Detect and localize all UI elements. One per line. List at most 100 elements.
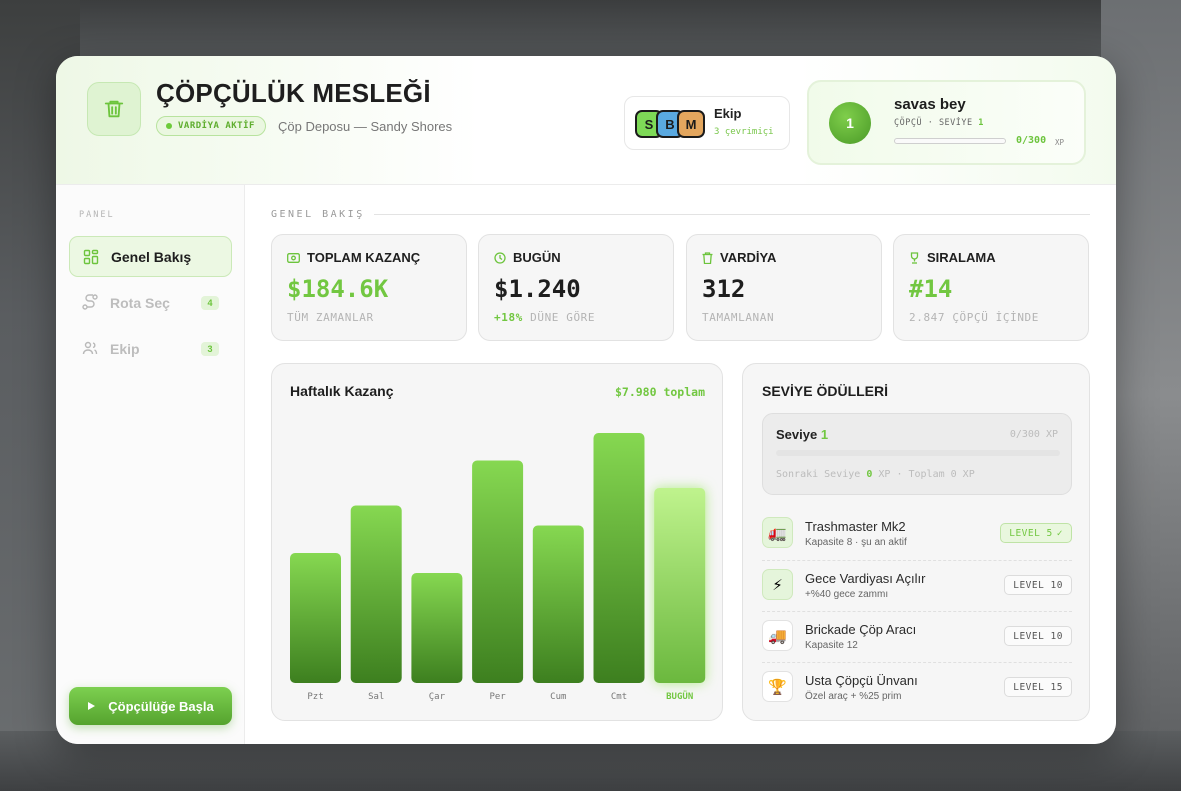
chart-x-label: Cmt	[611, 692, 627, 702]
team-label: Ekip	[714, 106, 742, 121]
team-count-badge: 3	[201, 341, 219, 356]
dump-truck-icon: 🚚	[762, 620, 793, 651]
check-icon: ✓	[1056, 527, 1063, 539]
sidebar-item-overview[interactable]: Genel Bakış	[69, 236, 232, 277]
reward-level-badge: LEVEL 5 ✓	[1000, 523, 1072, 543]
stat-subtext: 2.847 ÇÖPÇÜ İÇİNDE	[909, 311, 1040, 324]
xp-unit: XP	[1055, 138, 1065, 147]
sidebar-item-label: Genel Bakış	[111, 248, 192, 265]
sidebar-label: PANEL	[79, 210, 115, 220]
shift-status-label: VARDİYA AKTİF	[178, 121, 255, 131]
route-count-badge: 4	[201, 295, 219, 310]
sidebar-item-team[interactable]: Ekip 3	[69, 328, 232, 369]
clock-icon	[494, 251, 506, 264]
trash-icon	[702, 251, 713, 264]
reward-item: ⚡ Gece Vardiyası Açılır +%40 gece zammı …	[762, 560, 1072, 611]
chart-bar-Pzt	[290, 553, 341, 683]
play-icon	[88, 702, 96, 710]
users-icon	[82, 341, 98, 355]
bolt-icon: ⚡	[762, 569, 793, 600]
sidebar-item-label: Ekip	[110, 340, 140, 357]
stat-subtext: +18% DÜNE GÖRE	[494, 311, 596, 324]
stat-label: SIRALAMA	[927, 250, 996, 265]
profile-name: savas bey	[894, 96, 966, 113]
sidebar: PANEL Genel Bakış Rota Seç 4 Ekip 3 Çöpç…	[56, 185, 245, 744]
route-icon	[82, 294, 98, 310]
stat-total-earnings: TOPLAM KAZANÇ $184.6K TÜM ZAMANLAR	[271, 234, 467, 341]
shift-status-badge: VARDİYA AKTİF	[156, 116, 266, 136]
reward-item: 🚛 Trashmaster Mk2 Kapasite 8 · şu an akt…	[762, 509, 1072, 560]
page-title: ÇÖPÇÜLÜK MESLEĞİ	[156, 78, 431, 108]
xp-progress-bar	[894, 138, 1006, 144]
xp-value: 0/300	[1016, 135, 1047, 146]
level-xp: 0/300 XP	[1009, 429, 1058, 440]
profile-role: ÇÖPÇÜ · SEVİYE 1	[894, 118, 984, 128]
start-job-button[interactable]: Çöpçülüğe Başla	[69, 687, 232, 725]
reward-title: Usta Çöpçü Ünvanı	[805, 673, 918, 688]
level-circle: 1	[829, 102, 871, 144]
chart-x-label: BUGÜN	[666, 691, 693, 702]
chart-total: $7.980 toplam	[614, 385, 705, 399]
reward-title: Gece Vardiyası Açılır	[805, 571, 926, 586]
level-rewards-card: SEVİYE ÖDÜLLERİ Seviye 1 0/300 XP Sonrak…	[742, 363, 1090, 721]
team-avatar-m: M	[677, 110, 705, 138]
stat-value: $1.240	[494, 275, 581, 303]
chart-bar-Cmt	[593, 433, 645, 683]
profile-card: 1 savas bey ÇÖPÇÜ · SEVİYE 1 0/300 XP	[807, 80, 1086, 165]
reward-subtitle: Kapasite 12	[805, 640, 858, 651]
chart-bar-Sal	[350, 505, 402, 683]
reward-item: 🚚 Brickade Çöp Aracı Kapasite 12 LEVEL 1…	[762, 611, 1072, 662]
chart-bar-Çar	[411, 573, 463, 683]
reward-level-badge: LEVEL 10	[1004, 575, 1072, 595]
weekly-earnings-card: Pzt Sal Çar Per Cum Cmt BUGÜN Haftalık Kazanç …	[271, 363, 723, 721]
header: ÇÖPÇÜLÜK MESLEĞİ VARDİYA AKTİF Çöp Depos…	[56, 56, 1116, 185]
stat-value: 312	[702, 275, 746, 303]
reward-subtitle: Kapasite 8 · şu an aktif	[805, 537, 907, 548]
reward-item: 🏆 Usta Çöpçü Ünvanı Özel araç + %25 prim…	[762, 662, 1072, 713]
trophy-icon: 🏆	[762, 671, 793, 702]
level-progress-bar	[776, 450, 1060, 456]
main-content: GENEL BAKIŞ TOPLAM KAZANÇ $184.6K TÜM ZA…	[246, 185, 1116, 744]
status-dot-icon	[166, 123, 172, 129]
trash-logo-icon	[87, 82, 141, 136]
section-divider	[374, 214, 1090, 215]
reward-title: Brickade Çöp Aracı	[805, 622, 917, 637]
stat-shifts: VARDİYA 312 TAMAMLANAN	[686, 234, 882, 341]
chart-title: Haftalık Kazanç	[290, 383, 394, 399]
sidebar-item-route[interactable]: Rota Seç 4	[69, 282, 232, 323]
stat-value: $184.6K	[287, 275, 389, 303]
stat-ranking: SIRALAMA #14 2.847 ÇÖPÇÜ İÇİNDE	[893, 234, 1089, 341]
chart-x-label: Sal	[368, 692, 384, 702]
start-job-label: Çöpçülüğe Başla	[108, 698, 214, 714]
cash-icon	[287, 252, 300, 263]
level-progress-box: Seviye 1 0/300 XP Sonraki Seviye 0 XP · …	[762, 413, 1072, 495]
chart-bar-Per	[472, 460, 524, 683]
next-level-text: Sonraki Seviye 0 XP · Toplam 0 XP	[776, 469, 975, 480]
chart-bar-BUGÜN	[654, 488, 706, 683]
section-label: GENEL BAKIŞ	[271, 209, 365, 220]
reward-subtitle: Özel araç + %25 prim	[805, 691, 902, 702]
grid-icon	[83, 249, 99, 265]
location-text: Çöp Deposu — Sandy Shores	[278, 119, 453, 134]
truck-icon: 🚛	[762, 517, 793, 548]
stat-label: VARDİYA	[720, 250, 777, 265]
stat-label: TOPLAM KAZANÇ	[307, 250, 421, 265]
sidebar-item-label: Rota Seç	[110, 294, 170, 311]
reward-level-badge: LEVEL 15	[1004, 677, 1072, 697]
stat-subtext: TÜM ZAMANLAR	[287, 311, 374, 324]
chart-bar-Cum	[532, 525, 584, 683]
rewards-title: SEVİYE ÖDÜLLERİ	[762, 383, 889, 399]
team-card[interactable]: S B M Ekip 3 çevrimiçi	[624, 96, 790, 150]
stat-subtext: TAMAMLANAN	[702, 311, 775, 324]
reward-subtitle: +%40 gece zammı	[805, 589, 889, 600]
chart-x-label: Per	[489, 692, 506, 702]
level-label: Seviye 1	[776, 427, 829, 442]
chart-x-label: Pzt	[307, 692, 323, 702]
stat-today: BUGÜN $1.240 +18% DÜNE GÖRE	[478, 234, 674, 341]
team-online-count: 3 çevrimiçi	[714, 127, 774, 137]
trophy-icon	[910, 251, 919, 264]
weekly-earnings-chart: Pzt Sal Çar Per Cum Cmt BUGÜN	[290, 433, 706, 702]
reward-level-badge: LEVEL 10	[1004, 626, 1072, 646]
stat-label: BUGÜN	[513, 250, 561, 265]
stat-value: #14	[909, 275, 953, 303]
